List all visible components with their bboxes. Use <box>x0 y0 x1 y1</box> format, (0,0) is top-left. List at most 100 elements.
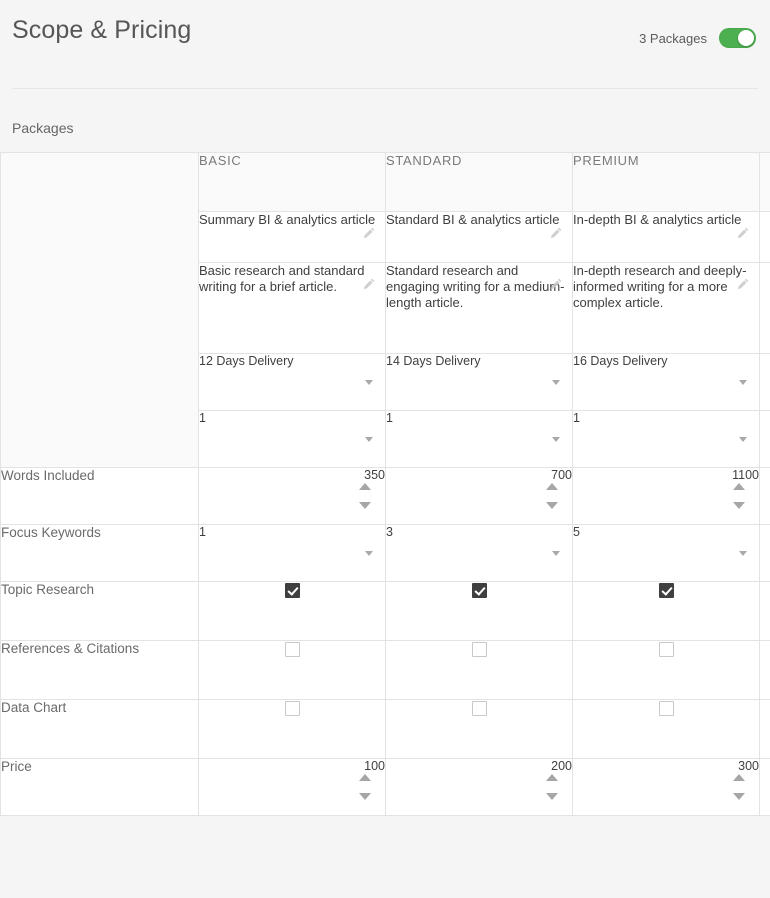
chevron-down-icon[interactable] <box>552 380 560 385</box>
package-description-premium-text: In-depth research and deeply-informed wr… <box>573 263 746 310</box>
stepper-icon[interactable] <box>359 774 371 800</box>
checkbox-icon[interactable] <box>472 583 487 598</box>
delivery-select-premium[interactable]: 16 Days Delivery <box>573 354 760 411</box>
checkbox-icon[interactable] <box>285 642 300 657</box>
words-included-value-standard: 700 <box>551 468 572 482</box>
words-included-value-premium: 1100 <box>732 468 759 482</box>
checkbox-icon[interactable] <box>659 701 674 716</box>
package-title-overflow <box>760 212 770 263</box>
words-included-basic[interactable]: 350 <box>199 468 386 525</box>
topic-research-basic[interactable] <box>199 582 386 641</box>
chevron-down-icon[interactable] <box>365 380 373 385</box>
label-column-merged-cell <box>1 153 199 468</box>
pencil-icon[interactable] <box>549 226 563 240</box>
row-label-price: Price <box>1 759 199 816</box>
package-title-premium[interactable]: In-depth BI & analytics article <box>573 212 760 263</box>
checkbox-icon[interactable] <box>472 701 487 716</box>
package-header-basic: BASIC <box>199 153 386 212</box>
words-included-standard[interactable]: 700 <box>386 468 573 525</box>
focus-keywords-value-basic: 1 <box>199 525 206 539</box>
delivery-select-basic[interactable]: 12 Days Delivery <box>199 354 386 411</box>
packages-toggle[interactable] <box>719 28 756 48</box>
focus-keywords-value-premium: 5 <box>573 525 580 539</box>
pencil-icon[interactable] <box>362 226 376 240</box>
data-chart-row: Data Chart <box>1 700 770 759</box>
table-header-row: BASIC STANDARD PREMIUM <box>1 153 770 212</box>
stepper-icon[interactable] <box>733 774 745 800</box>
package-header-premium: PREMIUM <box>573 153 760 212</box>
scope-and-pricing-page: Scope & Pricing 3 Packages Packages <box>0 0 770 898</box>
package-description-standard-text: Standard research and engaging writing f… <box>386 263 564 310</box>
focus-keywords-premium[interactable]: 5 <box>573 525 760 582</box>
package-header-standard: STANDARD <box>386 153 573 212</box>
packages-table-container: BASIC STANDARD PREMIUM Summary BI & anal… <box>0 152 770 874</box>
checkbox-icon[interactable] <box>285 583 300 598</box>
package-title-premium-text: In-depth BI & analytics article <box>573 212 741 227</box>
focus-keywords-overflow <box>760 525 770 582</box>
price-basic[interactable]: 100 <box>199 759 386 816</box>
topic-research-premium[interactable] <box>573 582 760 641</box>
revisions-select-standard[interactable]: 1 <box>386 411 573 468</box>
data-chart-overflow <box>760 700 770 759</box>
checkbox-icon[interactable] <box>285 701 300 716</box>
row-label-focus-keywords: Focus Keywords <box>1 525 199 582</box>
chevron-down-icon[interactable] <box>552 551 560 556</box>
words-included-premium[interactable]: 1100 <box>573 468 760 525</box>
pencil-icon[interactable] <box>549 277 563 291</box>
package-title-standard-text: Standard BI & analytics article <box>386 212 559 227</box>
stepper-icon[interactable] <box>733 483 745 509</box>
chevron-down-icon[interactable] <box>739 551 747 556</box>
packages-count-label: 3 Packages <box>639 31 707 46</box>
revisions-select-premium[interactable]: 1 <box>573 411 760 468</box>
price-premium[interactable]: 300 <box>573 759 760 816</box>
data-chart-basic[interactable] <box>199 700 386 759</box>
package-description-basic[interactable]: Basic research and standard writing for … <box>199 263 386 354</box>
data-chart-premium[interactable] <box>573 700 760 759</box>
chevron-down-icon[interactable] <box>739 380 747 385</box>
data-chart-standard[interactable] <box>386 700 573 759</box>
stepper-icon[interactable] <box>359 483 371 509</box>
references-citations-standard[interactable] <box>386 641 573 700</box>
chevron-down-icon[interactable] <box>739 437 747 442</box>
pencil-icon[interactable] <box>362 277 376 291</box>
pencil-icon[interactable] <box>736 226 750 240</box>
chevron-down-icon[interactable] <box>365 551 373 556</box>
revisions-select-basic[interactable]: 1 <box>199 411 386 468</box>
delivery-select-standard[interactable]: 14 Days Delivery <box>386 354 573 411</box>
checkbox-icon[interactable] <box>659 642 674 657</box>
price-standard[interactable]: 200 <box>386 759 573 816</box>
package-header-overflow <box>760 153 770 212</box>
topic-research-row: Topic Research <box>1 582 770 641</box>
package-title-basic[interactable]: Summary BI & analytics article <box>199 212 386 263</box>
references-citations-premium[interactable] <box>573 641 760 700</box>
topic-research-standard[interactable] <box>386 582 573 641</box>
row-label-words-included: Words Included <box>1 468 199 525</box>
package-title-standard[interactable]: Standard BI & analytics article <box>386 212 573 263</box>
page-title: Scope & Pricing <box>12 16 191 45</box>
price-value-premium: 300 <box>738 759 759 773</box>
references-citations-basic[interactable] <box>199 641 386 700</box>
checkbox-icon[interactable] <box>472 642 487 657</box>
header-divider <box>12 88 758 89</box>
pencil-icon[interactable] <box>736 277 750 291</box>
focus-keywords-standard[interactable]: 3 <box>386 525 573 582</box>
delivery-select-overflow <box>760 354 770 411</box>
words-included-value-basic: 350 <box>364 468 385 482</box>
stepper-icon[interactable] <box>546 774 558 800</box>
delivery-value-basic: 12 Days Delivery <box>199 354 293 368</box>
chevron-down-icon[interactable] <box>552 437 560 442</box>
revisions-value-premium: 1 <box>573 411 580 425</box>
revisions-value-standard: 1 <box>386 411 393 425</box>
chevron-down-icon[interactable] <box>365 437 373 442</box>
topic-research-overflow <box>760 582 770 641</box>
focus-keywords-basic[interactable]: 1 <box>199 525 386 582</box>
package-description-basic-text: Basic research and standard writing for … <box>199 263 364 294</box>
stepper-icon[interactable] <box>546 483 558 509</box>
checkbox-icon[interactable] <box>659 583 674 598</box>
price-row: Price 100 200 300 <box>1 759 770 816</box>
package-description-premium[interactable]: In-depth research and deeply-informed wr… <box>573 263 760 354</box>
page-header: Scope & Pricing 3 Packages <box>0 0 770 88</box>
words-included-row: Words Included 350 700 1100 <box>1 468 770 525</box>
package-description-standard[interactable]: Standard research and engaging writing f… <box>386 263 573 354</box>
header-controls: 3 Packages <box>639 28 756 48</box>
